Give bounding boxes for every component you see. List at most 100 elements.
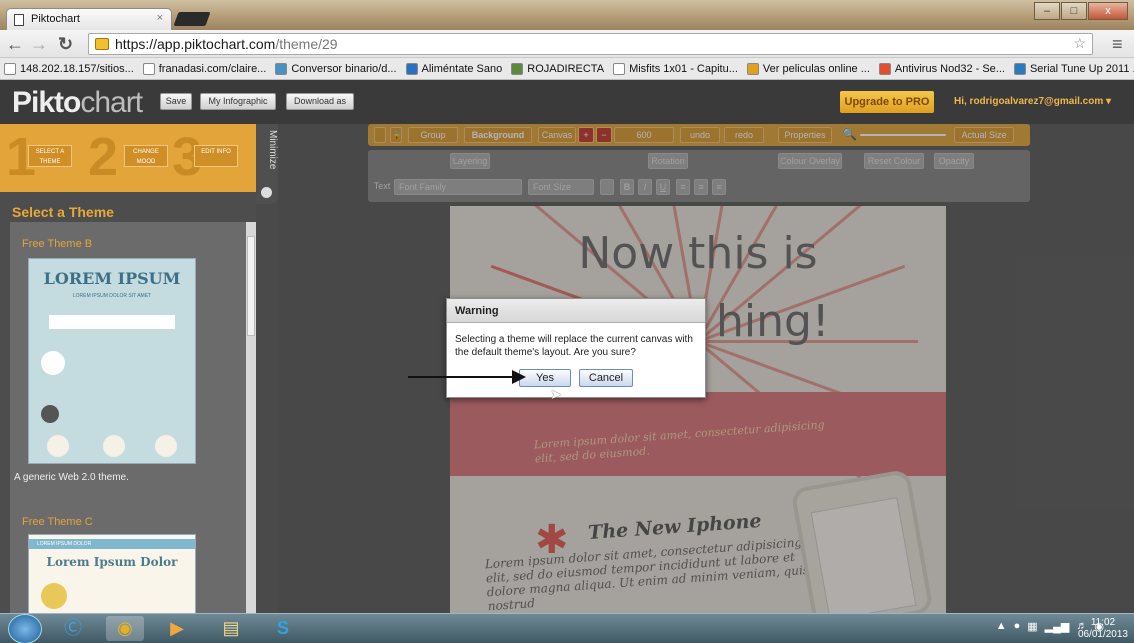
clock-time: 11:02 — [1090, 617, 1116, 628]
bookmark-icon — [613, 62, 626, 75]
bookmark-label: Serial Tune Up 2011 ... — [1029, 62, 1134, 75]
theme-b-title: Free Theme B — [22, 238, 93, 250]
bookmark-item[interactable]: Serial Tune Up 2011 ... — [1013, 62, 1134, 75]
cancel-button[interactable]: Cancel — [579, 369, 633, 387]
theme-c-card-circle — [41, 583, 67, 609]
theme-b-card-circle — [155, 435, 177, 457]
my-infographic-button[interactable]: My Infographic — [200, 93, 276, 110]
bookmark-icon — [746, 62, 759, 75]
bookmark-item[interactable]: Misfits 1x01 - Capitu... — [613, 62, 738, 75]
menu-icon[interactable]: ≡ — [1112, 34, 1123, 54]
bookmark-item[interactable]: 148.202.18.157/sitios... — [4, 62, 134, 75]
theme-c-card-subtitle: LOREM IPSUM DOLOR — [29, 539, 195, 549]
skype-icon[interactable]: S — [264, 616, 302, 641]
media-player-icon[interactable]: ▶ — [158, 616, 196, 641]
browser-tab[interactable]: Piktochart × — [6, 8, 172, 30]
theme-b-card-subtitle: LOREM IPSUM DOLOR SIT AMET — [72, 293, 152, 299]
tray-expand-icon[interactable]: ▲ — [996, 620, 1007, 633]
annotation-arrowhead — [512, 370, 526, 384]
download-button[interactable]: Download as — [286, 93, 354, 110]
dialog-title: Warning — [447, 299, 705, 323]
bookmark-icon — [142, 62, 155, 75]
step-3-label[interactable]: EDIT INFO — [194, 145, 238, 167]
theme-b-card-dot — [41, 405, 59, 423]
bookmarks-bar: 148.202.18.157/sitios... franadasi.com/cl… — [0, 58, 1134, 80]
tab-close-icon[interactable]: × — [157, 12, 163, 24]
file-explorer-icon[interactable]: ▤ — [212, 616, 250, 641]
logo-light: chart — [80, 86, 143, 119]
bookmark-icon — [1013, 62, 1026, 75]
bookmark-item[interactable]: Ver peliculas online ... — [746, 62, 870, 75]
window-controls: – □ x — [1033, 2, 1128, 20]
bookmark-label: Conversor binario/d... — [291, 62, 397, 75]
dialog-message: Selecting a theme will replace the curre… — [455, 334, 693, 358]
step-1-label[interactable]: SELECT A THEME — [28, 145, 72, 167]
bookmark-label: ROJADIRECTA — [527, 62, 605, 75]
signal-icon[interactable]: ▂▄▆ — [1045, 620, 1070, 633]
theme-c-title: Free Theme C — [22, 516, 93, 528]
theme-c-thumbnail[interactable]: LOREM IPSUM DOLOR Lorem Ipsum Dolor — [28, 534, 196, 613]
internet-explorer-icon[interactable]: Ⓒ — [54, 616, 92, 641]
back-arrow-icon[interactable]: ← — [6, 34, 24, 54]
bookmark-icon — [275, 62, 288, 75]
theme-b-card-title: LOREM IPSUM — [43, 269, 181, 288]
annotation-arrow — [408, 376, 516, 378]
minimize-tab[interactable]: Minimize — [256, 124, 278, 204]
tray-app-icon[interactable]: ● — [1014, 620, 1021, 633]
page-icon — [14, 14, 24, 26]
new-tab-button[interactable] — [173, 12, 211, 26]
modal-overlay — [278, 124, 1134, 613]
bookmark-item[interactable]: Antivirus Nod32 - Se... — [878, 62, 1005, 75]
clock-date: 06/01/2013 — [1077, 629, 1128, 640]
theme-b-card-circle — [41, 351, 65, 375]
taskbar-clock[interactable]: 11:02 06/01/2013 — [1078, 617, 1128, 641]
forward-arrow-icon[interactable]: → — [30, 34, 48, 54]
url-host: https://app.piktochart.com — [115, 36, 276, 52]
theme-b-thumbnail[interactable]: LOREM IPSUM LOREM IPSUM DOLOR SIT AMET — [28, 258, 196, 464]
bookmark-label: Misfits 1x01 - Capitu... — [629, 62, 738, 75]
minimize-label: Minimize — [267, 130, 278, 170]
start-button[interactable] — [8, 614, 42, 643]
save-button[interactable]: Save — [160, 93, 192, 110]
theme-c-card-title: Lorem Ipsum Dolor — [46, 555, 178, 569]
user-greeting[interactable]: Hi, rodrigoalvarez7@gmail.com ▾ — [954, 96, 1111, 107]
theme-b-card-circle — [47, 435, 69, 457]
bookmark-label: Antivirus Nod32 - Se... — [894, 62, 1005, 75]
tray-network-icon[interactable]: ▦ — [1027, 620, 1037, 633]
reload-icon[interactable]: ↻ — [58, 34, 73, 54]
minimize-icon — [261, 187, 272, 198]
bookmark-icon — [511, 62, 524, 75]
warning-dialog: Warning Selecting a theme will replace t… — [446, 298, 706, 398]
upgrade-button[interactable]: Upgrade to PRO — [840, 91, 934, 113]
yes-button[interactable]: Yes — [519, 369, 571, 387]
tab-title: Piktochart — [31, 13, 80, 25]
theme-list-scrollbar[interactable] — [246, 222, 256, 613]
chrome-icon[interactable]: ◉ — [106, 616, 144, 641]
bookmark-item[interactable]: franadasi.com/claire... — [142, 62, 267, 75]
maximize-window-button[interactable]: □ — [1061, 2, 1087, 20]
bookmark-item[interactable]: ROJADIRECTA — [511, 62, 605, 75]
step-2-label[interactable]: CHANGE MOOD — [124, 145, 168, 167]
piktochart-logo[interactable]: Piktochart — [12, 86, 143, 120]
close-window-button[interactable]: x — [1088, 2, 1128, 20]
bookmark-icon — [4, 62, 16, 75]
theme-list: Free Theme B LOREM IPSUM LOREM IPSUM DOL… — [10, 222, 246, 613]
url-path: /theme/29 — [275, 36, 338, 52]
scrollbar-thumb[interactable] — [247, 236, 255, 336]
theme-b-card-banner — [49, 315, 175, 329]
bookmark-label: 148.202.18.157/sitios... — [20, 62, 134, 75]
minimize-window-button[interactable]: – — [1034, 2, 1060, 20]
bookmark-label: franadasi.com/claire... — [158, 62, 267, 75]
logo-bold: Pikto — [12, 86, 81, 119]
star-icon[interactable]: ☆ — [1073, 35, 1086, 52]
step-2-number[interactable]: 2 — [88, 128, 118, 186]
bookmark-item[interactable]: Conversor binario/d... — [275, 62, 397, 75]
address-bar[interactable]: https://app.piktochart.com/theme/29 ☆ — [88, 33, 1093, 55]
lock-icon — [95, 38, 109, 50]
theme-b-card-circle — [103, 435, 125, 457]
bookmark-label: Aliméntate Sano — [421, 62, 503, 75]
select-theme-heading: Select a Theme — [12, 204, 114, 220]
bookmark-label: Ver peliculas online ... — [762, 62, 870, 75]
bookmark-icon — [405, 62, 418, 75]
bookmark-item[interactable]: Aliméntate Sano — [405, 62, 503, 75]
